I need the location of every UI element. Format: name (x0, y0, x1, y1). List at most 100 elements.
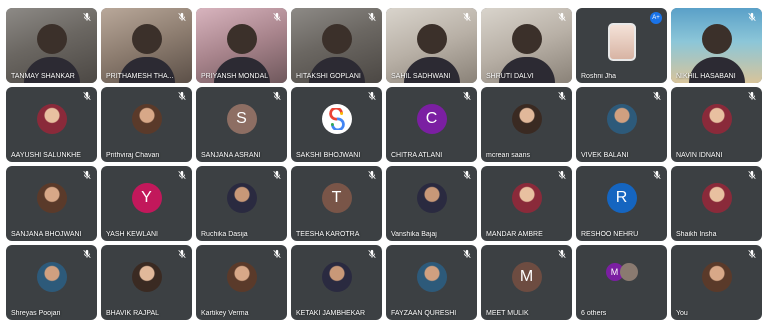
participant-name: Vanshika Bajaj (391, 231, 437, 238)
participant-name: VIVEK BALANI (581, 152, 629, 159)
participant-name: NIKHIL HASABANI (676, 73, 736, 80)
participant-tile[interactable]: AAYUSHI SALUNKHE (6, 87, 97, 162)
avatar (36, 262, 67, 292)
participant-video-figure (321, 24, 352, 54)
participant-tile[interactable]: FAYZAAN QURESHI (386, 245, 477, 320)
mic-off-icon (367, 91, 377, 101)
participant-tile[interactable]: Y YASH KEWLANI (101, 166, 192, 241)
participant-name: CHITRA ATLANI (391, 152, 443, 159)
participant-tile[interactable]: NAVIN IDNANI (671, 87, 762, 162)
mic-off-icon (557, 12, 567, 22)
participant-tile[interactable]: S SANJANA ASRANI (196, 87, 287, 162)
mic-off-icon (272, 170, 282, 180)
mic-off-icon (82, 91, 92, 101)
mic-off-icon (747, 249, 757, 259)
participant-name: Ruchika Dasija (201, 231, 248, 238)
avatar: R (606, 183, 637, 213)
participant-grid: TANMAY SHANKAR PRITHAMESH THA... PRIYANSH … (6, 8, 763, 320)
avatar (321, 262, 352, 292)
participant-name: You (676, 310, 688, 317)
participant-tile[interactable]: mcrean saans (481, 87, 572, 162)
mic-off-icon (557, 170, 567, 180)
participant-tile[interactable]: Vanshika Bajaj (386, 166, 477, 241)
participant-video-figure (701, 24, 732, 54)
mic-off-icon (82, 170, 92, 180)
mic-off-icon (462, 91, 472, 101)
avatar (511, 183, 542, 213)
participant-tile[interactable]: R RESHOO NEHRU (576, 166, 667, 241)
participant-tile[interactable]: NIKHIL HASABANI (671, 8, 762, 83)
participant-name: 6 others (581, 310, 607, 317)
participant-name: SHRUTI DALVI (486, 73, 534, 80)
avatar: S (226, 104, 257, 134)
mic-off-icon (557, 91, 567, 101)
participant-video-figure (511, 24, 542, 54)
participant-name: PRITHAMESH THA... (106, 73, 174, 80)
participant-tile[interactable]: HITAKSHI GOPLANI (291, 8, 382, 83)
participant-tile[interactable]: PRITHAMESH THA... (101, 8, 192, 83)
participant-tile[interactable]: T TEESHA KAROTRA (291, 166, 382, 241)
avatar (416, 262, 447, 292)
participant-name: NAVIN IDNANI (676, 152, 723, 159)
participant-tile[interactable]: Kartikey Verma (196, 245, 287, 320)
participant-tile[interactable]: Prithviraj Chavan (101, 87, 192, 162)
mic-off-icon (652, 170, 662, 180)
participant-tile[interactable]: You (671, 245, 762, 320)
participant-tile[interactable]: MANDAR AMBRE (481, 166, 572, 241)
avatar (36, 183, 67, 213)
participant-tile[interactable]: SAKSHI BHOJWANI (291, 87, 382, 162)
avatar (511, 104, 542, 134)
mic-off-icon (747, 91, 757, 101)
avatar (321, 104, 352, 134)
participant-tile[interactable]: BHAVIK RAJPAL (101, 245, 192, 320)
participant-tile[interactable]: M 6 others (576, 245, 667, 320)
others-avatar-stack: M (605, 263, 638, 281)
avatar (701, 183, 732, 213)
mic-off-icon (747, 170, 757, 180)
participant-tile[interactable]: SHRUTI DALVI (481, 8, 572, 83)
participant-tile[interactable]: C CHITRA ATLANI (386, 87, 477, 162)
participant-tile[interactable]: SAHIL SADHWANI (386, 8, 477, 83)
participant-name: BHAVIK RAJPAL (106, 310, 160, 317)
mic-off-icon (557, 249, 567, 259)
avatar (226, 262, 257, 292)
participant-name: TEESHA KAROTRA (296, 231, 360, 238)
participant-name: Shreyas Poojari (11, 310, 61, 317)
mic-off-icon (272, 12, 282, 22)
participant-tile[interactable]: SANJANA BHOJWANI (6, 166, 97, 241)
participant-name: YASH KEWLANI (106, 231, 158, 238)
participant-tile[interactable]: VIVEK BALANI (576, 87, 667, 162)
participant-tile[interactable]: PRIYANSH MONDAL (196, 8, 287, 83)
participant-tile[interactable]: Ruchika Dasija (196, 166, 287, 241)
mic-off-icon (367, 249, 377, 259)
participant-name: SANJANA BHOJWANI (11, 231, 82, 238)
avatar (36, 104, 67, 134)
participant-name: HITAKSHI GOPLANI (296, 73, 361, 80)
participant-tile[interactable]: KETAKI JAMBHEKAR (291, 245, 382, 320)
participant-name: Roshni Jha (581, 73, 617, 80)
avatar (701, 262, 732, 292)
participant-tile[interactable]: Shaikh Insha (671, 166, 762, 241)
participant-name: KETAKI JAMBHEKAR (296, 310, 366, 317)
participant-name: TANMAY SHANKAR (11, 73, 75, 80)
participant-name: MANDAR AMBRE (486, 231, 543, 238)
mic-off-icon (82, 249, 92, 259)
avatar: M (511, 262, 542, 292)
participant-name: mcrean saans (486, 152, 530, 159)
participant-tile[interactable]: Shreyas Poojari (6, 245, 97, 320)
mic-off-icon (462, 249, 472, 259)
participant-name: Kartikey Verma (201, 310, 249, 317)
mic-off-icon (177, 249, 187, 259)
mic-off-icon (462, 12, 472, 22)
mic-off-icon (367, 170, 377, 180)
participant-tile[interactable]: TANMAY SHANKAR (6, 8, 97, 83)
mic-off-icon (272, 91, 282, 101)
avatar (416, 183, 447, 213)
participant-tile[interactable]: A+ Roshni Jha (576, 8, 667, 83)
avatar (131, 104, 162, 134)
avatar (606, 104, 637, 134)
mic-off-icon (747, 12, 757, 22)
participant-name: FAYZAAN QURESHI (391, 310, 457, 317)
avatar (131, 262, 162, 292)
participant-tile[interactable]: M MEET MULIK (481, 245, 572, 320)
